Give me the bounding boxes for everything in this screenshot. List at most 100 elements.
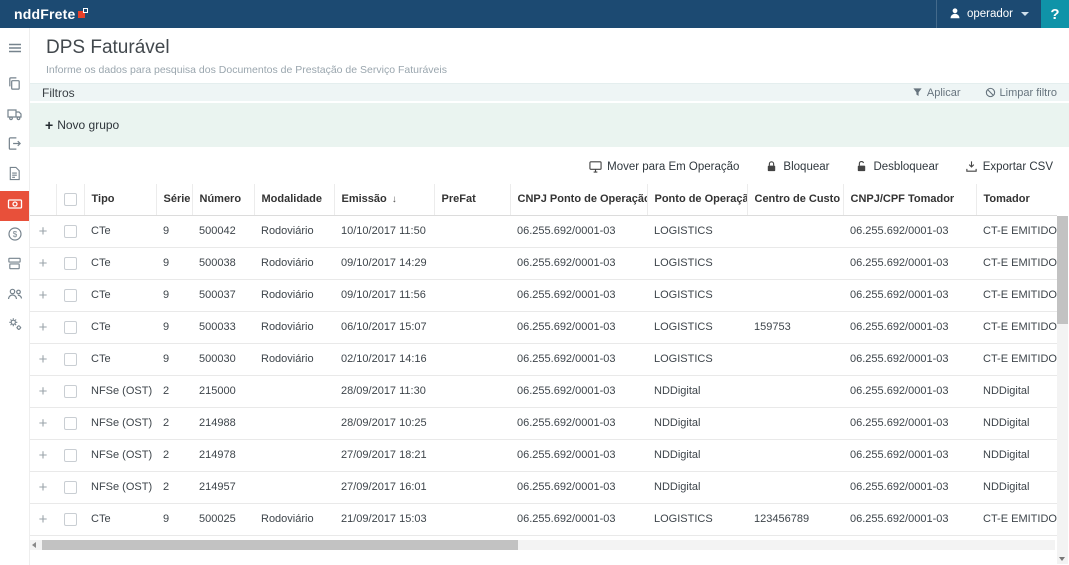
sidebar-item-archive[interactable] [0,251,29,281]
row-checkbox[interactable] [64,385,77,398]
expand-row-icon[interactable] [39,415,48,432]
scroll-left-icon[interactable] [32,542,36,548]
export-csv-button[interactable]: Exportar CSV [965,160,1053,173]
scroll-down-icon[interactable] [1059,557,1065,561]
cell-centro-custo [747,215,843,247]
main-content: DPS Faturável Informe os dados para pesq… [30,28,1069,565]
cell-serie: 2 [156,375,192,407]
header-ponto[interactable]: Ponto de Operação [647,184,747,215]
cell-ponto: LOGISTICS [647,311,747,343]
sidebar-item-coin[interactable]: $ [0,221,29,251]
row-checkbox[interactable] [64,481,77,494]
expand-row-icon[interactable] [39,447,48,464]
archive-icon [7,256,22,276]
row-checkbox[interactable] [64,289,77,302]
cell-ponto: LOGISTICS [647,279,747,311]
sidebar-item-copy[interactable] [0,71,29,101]
table-row[interactable]: CTe 9 500033 Rodoviário 06/10/2017 15:07… [30,311,1057,343]
export-csv-label: Exportar CSV [983,161,1053,173]
header-modalidade[interactable]: Modalidade [254,184,334,215]
cell-modalidade [254,439,334,471]
header-emissao[interactable]: Emissão↓ [334,184,434,215]
row-checkbox[interactable] [64,321,77,334]
table-row[interactable]: CTe 9 500030 Rodoviário 02/10/2017 14:16… [30,343,1057,375]
expand-row-icon[interactable] [39,319,48,336]
sidebar-item-document[interactable] [0,161,29,191]
header-numero[interactable]: Número [192,184,254,215]
cell-centro-custo [747,247,843,279]
sidebar-item-billing[interactable] [0,191,29,221]
table-row[interactable]: NFSe (OST) 2 214957 27/09/2017 16:01 06.… [30,471,1057,503]
table-row[interactable]: NFSe (OST) 2 215000 28/09/2017 11:30 06.… [30,375,1057,407]
header-tipo[interactable]: Tipo [84,184,156,215]
sidebar-item-menu[interactable] [0,35,29,65]
expand-row-icon[interactable] [39,479,48,496]
cell-emissao: 09/10/2017 14:29 [334,247,434,279]
cell-cnpj-tomador: 06.255.692/0001-03 [843,279,976,311]
expand-row-icon[interactable] [39,223,48,240]
horizontal-scrollbar-thumb[interactable] [42,540,518,550]
table-row[interactable]: CTe 9 500037 Rodoviário 09/10/2017 11:56… [30,279,1057,311]
vertical-scrollbar-thumb[interactable] [1057,216,1068,324]
header-cnpj-tomador[interactable]: CNPJ/CPF Tomador [843,184,976,215]
cell-centro-custo: 123456789 [747,503,843,535]
new-group-button[interactable]: Novo grupo [45,117,119,133]
clear-filter-button[interactable]: Limpar filtro [985,87,1057,99]
brand-logo[interactable]: nddFrete [0,0,88,28]
table-row[interactable]: CTe 9 500038 Rodoviário 09/10/2017 14:29… [30,247,1057,279]
brand-text: nddFrete [14,0,76,28]
sidebar-item-truck[interactable] [0,101,29,131]
row-checkbox[interactable] [64,225,77,238]
expand-row-icon[interactable] [39,351,48,368]
expand-row-icon[interactable] [39,383,48,400]
help-button[interactable]: ? [1041,0,1069,28]
table-row[interactable]: CTe 9 500042 Rodoviário 10/10/2017 11:50… [30,215,1057,247]
header-centro-custo[interactable]: Centro de Custo [747,184,843,215]
expand-row-icon[interactable] [39,511,48,528]
unblock-button[interactable]: Desbloquear [855,160,938,173]
cell-numero: 214957 [192,471,254,503]
sidebar-item-settings[interactable] [0,311,29,341]
cell-tipo: CTe [84,343,156,375]
row-checkbox[interactable] [64,257,77,270]
cell-serie: 2 [156,439,192,471]
header-prefat[interactable]: PreFat [434,184,510,215]
horizontal-scrollbar[interactable] [30,540,1055,550]
cell-tipo: NFSe (OST) [84,439,156,471]
row-checkbox[interactable] [64,513,77,526]
cell-emissao: 28/09/2017 11:30 [334,375,434,407]
block-button[interactable]: Bloquear [765,160,829,173]
user-menu[interactable]: operador [936,0,1041,28]
cell-numero: 215000 [192,375,254,407]
header-serie[interactable]: Série [156,184,192,215]
apply-filter-button[interactable]: Aplicar [912,87,961,99]
expand-row-icon[interactable] [39,287,48,304]
cell-modalidade: Rodoviário [254,215,334,247]
table-row[interactable]: CTe 9 500025 Rodoviário 21/09/2017 15:03… [30,503,1057,535]
row-checkbox[interactable] [64,353,77,366]
sidebar-item-users[interactable] [0,281,29,311]
cell-emissao: 27/09/2017 16:01 [334,471,434,503]
row-checkbox[interactable] [64,449,77,462]
cell-modalidade [254,375,334,407]
sidebar-item-export[interactable] [0,131,29,161]
user-label: operador [967,8,1013,20]
table-body: CTe 9 500042 Rodoviário 10/10/2017 11:50… [30,215,1057,535]
filters-bar: Filtros Aplicar Limpar filtro [30,83,1069,101]
row-checkbox[interactable] [64,417,77,430]
cell-cnpj-ponto: 06.255.692/0001-03 [510,343,647,375]
move-to-operation-button[interactable]: Mover para Em Operação [589,160,739,173]
table-row[interactable]: NFSe (OST) 2 214978 27/09/2017 18:21 06.… [30,439,1057,471]
table-area: Tipo Série Número Modalidade Emissão↓ Pr… [30,184,1069,550]
filter-group-panel: Novo grupo [30,101,1069,147]
header-cnpj-ponto[interactable]: CNPJ Ponto de Operação [510,184,647,215]
expand-row-icon[interactable] [39,255,48,272]
select-all-checkbox[interactable] [64,193,77,206]
cell-numero: 500042 [192,215,254,247]
vertical-scrollbar[interactable] [1057,216,1068,564]
cell-tomador: NDDigital [976,439,1057,471]
cell-emissao: 02/10/2017 14:16 [334,343,434,375]
table-row[interactable]: NFSe (OST) 2 214988 28/09/2017 10:25 06.… [30,407,1057,439]
header-tomador[interactable]: Tomador [976,184,1057,215]
cell-emissao: 09/10/2017 11:56 [334,279,434,311]
